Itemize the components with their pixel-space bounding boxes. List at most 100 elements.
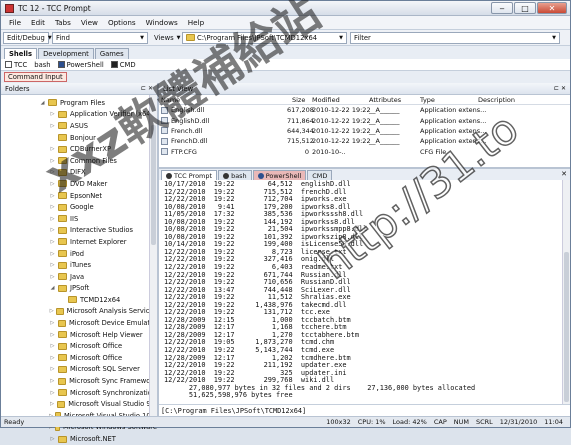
expand-icon[interactable]: ▷	[49, 390, 56, 396]
col-description[interactable]: Description	[478, 96, 515, 104]
expand-icon[interactable]: ▷	[49, 204, 56, 210]
folder-item[interactable]: ▷ Microsoft Office	[1, 340, 157, 352]
bash-button[interactable]: bash	[34, 61, 50, 69]
minimize-button[interactable]: ‒	[491, 2, 513, 14]
list-item[interactable]: FrenchD.dll 715,512 2010-12-22 19:22 __A___…	[159, 136, 570, 146]
folder-item[interactable]: ▷ Microsoft Help Viewer	[1, 329, 157, 341]
folder-item[interactable]: ▷ CDBurnerXP	[1, 143, 157, 155]
expand-icon[interactable]: ▷	[49, 343, 56, 349]
expand-icon[interactable]: ▷	[49, 262, 56, 268]
expand-icon[interactable]: ▷	[49, 308, 54, 314]
edit-debug-dropdown[interactable]: Edit/Debug ▼	[3, 31, 52, 44]
folder-item[interactable]: ▷ Microsoft Office	[1, 352, 157, 364]
col-name[interactable]: Name	[161, 96, 180, 104]
folder-item[interactable]: ▷ Microsoft SQL Server	[1, 364, 157, 376]
folder-item[interactable]: ▷ Microsoft Synchronization	[1, 387, 157, 399]
folder-item[interactable]: ▷ DVD Maker	[1, 178, 157, 190]
folder-item[interactable]: ▷ Google	[1, 201, 157, 213]
expand-icon[interactable]: ▷	[49, 401, 55, 407]
pin-icon[interactable]: ⊏ ✕	[141, 85, 153, 92]
expand-icon[interactable]: ▷	[49, 158, 56, 164]
folder-item[interactable]: ▷ Java	[1, 271, 157, 283]
expand-icon[interactable]: ▷	[49, 111, 56, 117]
folder-item[interactable]: ▷ IIS	[1, 213, 157, 225]
expand-icon[interactable]: ▷	[49, 181, 56, 187]
expand-icon[interactable]: ▷	[49, 251, 56, 257]
views-button[interactable]: Views ▼	[151, 32, 181, 44]
folder-item[interactable]: ▷ Interactive Studios	[1, 225, 157, 237]
folders-scrollbar[interactable]	[149, 95, 157, 416]
folder-item[interactable]: ▷ Common Files	[1, 155, 157, 167]
expand-icon[interactable]: ▷	[49, 123, 56, 129]
tab-shells[interactable]: Shells	[4, 48, 38, 59]
list-item[interactable]: English.dll 617,208 2010-12-22 19:22 __A___…	[159, 105, 570, 115]
expand-icon[interactable]: ▷	[49, 366, 56, 372]
console-tab-bash[interactable]: bash	[218, 170, 252, 180]
folder-item[interactable]: ▷ Microsoft Sync Framework	[1, 375, 157, 387]
expand-icon[interactable]: ▷	[49, 320, 56, 326]
find-dropdown[interactable]: Find ▼	[52, 31, 148, 44]
folder-item[interactable]: ▷ iPod	[1, 248, 157, 260]
folder-item[interactable]: ▷ Microsoft Visual Studio 9.0	[1, 398, 157, 410]
menu-view[interactable]: View	[76, 18, 103, 27]
col-attributes[interactable]: Attributes	[369, 96, 401, 104]
folder-item[interactable]: Bonjour	[1, 132, 157, 144]
folder-item[interactable]: ▷ Internet Explorer	[1, 236, 157, 248]
command-input-tab[interactable]: Command Input	[4, 72, 67, 82]
expand-icon[interactable]: ▷	[49, 436, 56, 442]
folder-item[interactable]: ◢ JPSoft	[1, 283, 157, 295]
folder-item[interactable]: TCMD12x64	[1, 294, 157, 306]
tab-games[interactable]: Games	[94, 48, 129, 59]
folder-item[interactable]: ▷ Microsoft.NET	[1, 433, 157, 445]
folder-item[interactable]: ▷ Application Verifier (x64)	[1, 109, 157, 121]
expand-icon[interactable]: ▷	[49, 216, 56, 222]
tab-development[interactable]: Development	[38, 48, 94, 59]
expand-icon[interactable]: ◢	[39, 100, 46, 106]
powershell-button[interactable]: PowerShell	[57, 61, 104, 69]
expand-icon[interactable]: ▷	[49, 378, 56, 384]
list-item[interactable]: French.dll 644,344 2010-12-22 19:22 __A____…	[159, 126, 570, 136]
expand-icon[interactable]: ▷	[49, 239, 56, 245]
expand-icon[interactable]: ◢	[49, 285, 56, 291]
folder-item[interactable]: ▷ EpsonNet	[1, 190, 157, 202]
expand-icon[interactable]: ▷	[49, 193, 56, 199]
scrollbar-thumb[interactable]	[151, 125, 156, 245]
console-prompt[interactable]: [C:\Program Files\JPSoft\TCMD12x64]	[159, 404, 570, 416]
expand-icon[interactable]: ▷	[49, 227, 56, 233]
filter-dropdown[interactable]: Filter ▼	[350, 31, 560, 44]
menu-file[interactable]: File	[4, 18, 26, 27]
folder-item[interactable]: ▷ Microsoft Device Emulator	[1, 317, 157, 329]
list-item[interactable]: EnglishD.dll 711,864 2010-12-22 19:22 __A__…	[159, 115, 570, 125]
folder-item[interactable]: ▷ ASUS	[1, 120, 157, 132]
close-tab-icon[interactable]: ✕	[561, 170, 567, 178]
cmd-button[interactable]: CMD	[110, 61, 136, 69]
menu-tabs[interactable]: Tabs	[50, 18, 76, 27]
console-tab-powershell[interactable]: PowerShell	[252, 170, 307, 180]
console-output[interactable]: 10/17/2010 19:22 64,512 englishD.dll 12/2…	[159, 180, 570, 404]
expand-icon[interactable]: ▷	[49, 355, 56, 361]
col-size[interactable]: Size	[292, 96, 305, 104]
expand-icon[interactable]: ▷	[49, 146, 56, 152]
path-field[interactable]: C:\Program Files\JPSoft\TCMD12x64 ▼	[182, 31, 347, 44]
scrollbar-thumb[interactable]	[564, 252, 569, 402]
console-tab-cmd[interactable]: CMD	[307, 170, 333, 180]
list-item[interactable]: FTP.CFG 0 2010-10-.. CFG File	[159, 147, 570, 157]
tcc-button[interactable]: TCC	[5, 61, 27, 69]
console-tab-tcc[interactable]: TCC Prompt	[161, 170, 218, 180]
console-scrollbar[interactable]	[562, 180, 570, 404]
title-bar[interactable]: TC 12 - TCC Prompt ‒ □ ✕	[1, 1, 570, 16]
menu-help[interactable]: Help	[183, 18, 209, 27]
folder-item[interactable]: ▷ DIFX	[1, 167, 157, 179]
pin-icon[interactable]: ⊏ ✕	[554, 85, 566, 92]
maximize-button[interactable]: □	[514, 2, 536, 14]
menu-windows[interactable]: Windows	[141, 18, 183, 27]
expand-icon[interactable]: ▷	[49, 274, 56, 280]
col-modified[interactable]: Modified	[312, 96, 340, 104]
expand-icon[interactable]: ▷	[49, 169, 56, 175]
folder-item[interactable]: ▷ Microsoft Analysis Services	[1, 306, 157, 318]
folder-item[interactable]: ◢ Program Files	[1, 97, 157, 109]
close-button[interactable]: ✕	[537, 2, 567, 14]
menu-options[interactable]: Options	[103, 18, 141, 27]
expand-icon[interactable]: ▷	[49, 332, 56, 338]
col-type[interactable]: Type	[420, 96, 435, 104]
